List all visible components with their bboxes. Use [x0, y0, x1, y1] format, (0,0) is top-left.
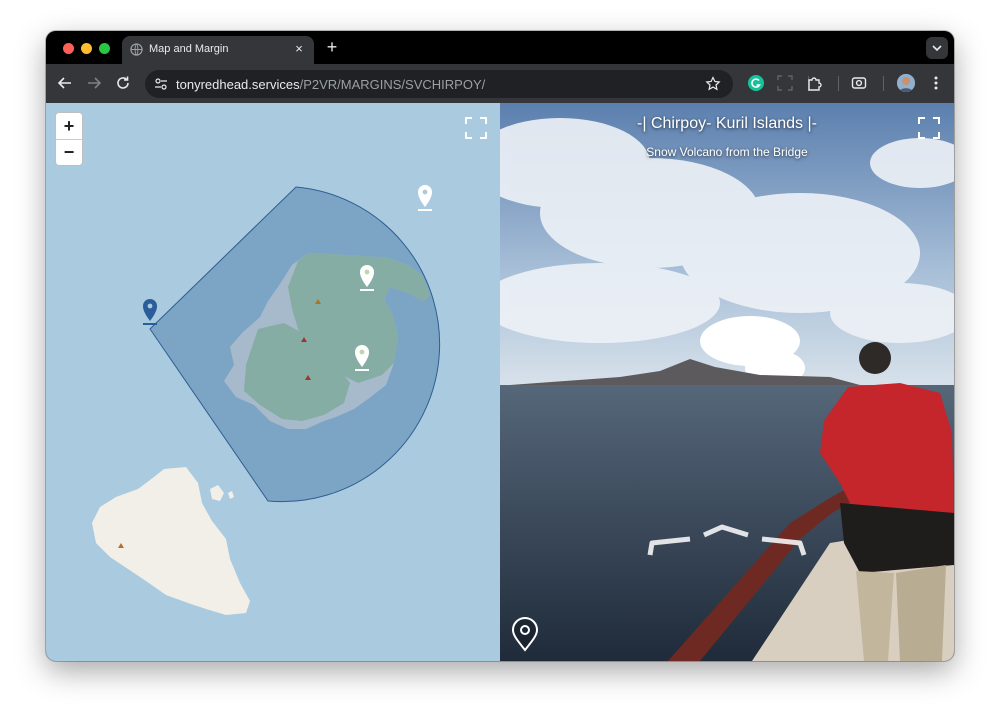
browser-toolbar: tonyredhead.services/P2VR/MARGINS/SVCHIR…	[46, 64, 954, 103]
tab-strip: Map and Margin × +	[46, 31, 954, 64]
panorama-fullscreen-button[interactable]	[916, 115, 942, 141]
map-pin-base	[360, 289, 374, 291]
zoom-control: + −	[55, 112, 83, 166]
fullscreen-icon	[918, 117, 940, 139]
more-menu-icon[interactable]	[927, 74, 945, 92]
map-toggle-button[interactable]	[511, 616, 539, 652]
map-pin-dot	[364, 269, 370, 275]
tab-active[interactable]: Map and Margin ×	[122, 36, 314, 64]
current-view-marker[interactable]	[143, 299, 157, 325]
panorama-viewer[interactable]: -| Chirpoy- Kuril Islands |- Snow Volcan…	[500, 103, 954, 661]
map-pin-icon	[418, 185, 432, 207]
panorama-scene	[500, 103, 954, 661]
maximize-window-button[interactable]	[99, 43, 110, 54]
toolbar-separator	[883, 76, 884, 91]
map-panel[interactable]: + −	[46, 103, 500, 661]
page-content: + − -| Chirpoy- Kuril Islands |- Snow Vo…	[46, 103, 954, 661]
zoom-out-button[interactable]: −	[56, 139, 82, 165]
reload-button[interactable]	[113, 73, 133, 93]
map-pin-base	[355, 369, 369, 371]
bookmark-star-icon[interactable]	[705, 76, 721, 92]
view-cone	[149, 186, 441, 503]
url-path: /P2VR/MARGINS/SVCHIRPOY/	[299, 77, 486, 92]
profile-avatar[interactable]	[897, 74, 915, 92]
map-pin-base	[143, 323, 157, 325]
zoom-in-button[interactable]: +	[56, 113, 82, 140]
tab-title: Map and Margin	[149, 43, 229, 55]
panorama-title: -| Chirpoy- Kuril Islands |-	[637, 115, 817, 132]
waypoint-marker[interactable]	[418, 185, 432, 211]
url-host: tonyredhead.services	[176, 77, 300, 92]
url-text: tonyredhead.services/P2VR/MARGINS/SVCHIR…	[176, 77, 485, 92]
panorama-subtitle: Snow Volcano from the Bridge	[646, 145, 808, 159]
extensions-puzzle-icon[interactable]	[806, 74, 824, 92]
minimize-window-button[interactable]	[81, 43, 92, 54]
tab-search-button[interactable]	[926, 37, 948, 59]
back-button[interactable]	[55, 73, 75, 93]
site-settings-icon[interactable]	[154, 77, 168, 91]
tab-close-button[interactable]: ×	[290, 40, 308, 58]
tab-capture-icon[interactable]	[850, 74, 868, 92]
grammarly-extension-icon[interactable]	[747, 74, 765, 92]
islet-land	[210, 485, 224, 501]
fullscreen-icon	[465, 117, 487, 139]
map-pin-dot	[359, 349, 365, 355]
address-bar[interactable]: tonyredhead.services/P2VR/MARGINS/SVCHIR…	[145, 70, 733, 98]
map-canvas	[92, 185, 441, 615]
new-tab-button[interactable]: +	[322, 38, 342, 58]
map-fullscreen-button[interactable]	[463, 115, 489, 141]
close-window-button[interactable]	[63, 43, 74, 54]
chevron-down-icon	[932, 45, 942, 52]
southern-island-land	[92, 467, 250, 615]
map-pin-base	[418, 209, 432, 211]
screenshot-extension-icon[interactable]	[776, 74, 794, 92]
forward-button[interactable]	[84, 73, 104, 93]
map-pin-dot	[147, 303, 153, 309]
map-pin-dot	[422, 189, 428, 195]
profile-photo-icon	[897, 74, 915, 92]
islet-land	[228, 491, 234, 499]
browser-window: Map and Margin × + tonyredhead.services/…	[46, 31, 954, 661]
toolbar-separator	[838, 76, 839, 91]
globe-icon	[130, 43, 143, 56]
map-pin-icon	[143, 299, 157, 321]
